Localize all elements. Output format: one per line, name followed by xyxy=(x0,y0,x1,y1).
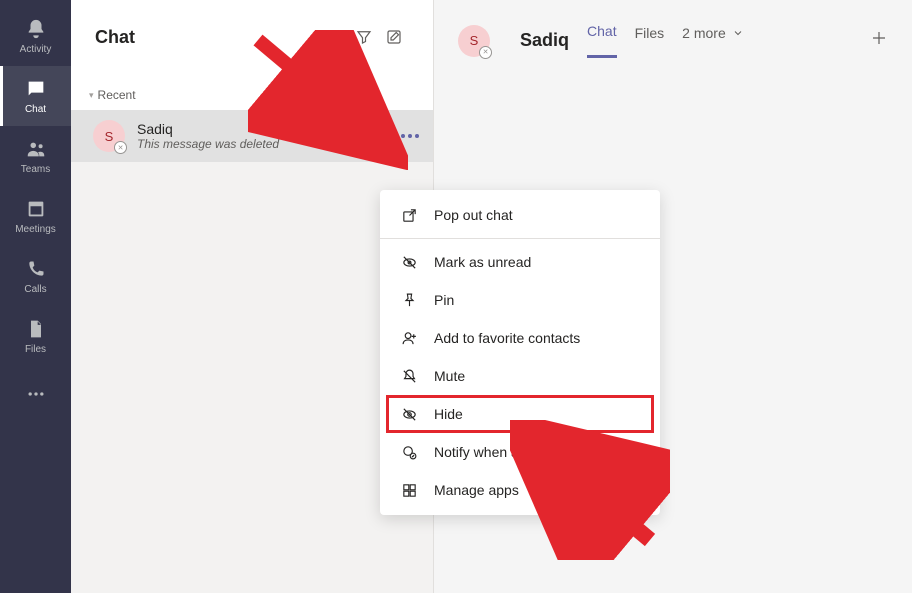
menu-popout-chat[interactable]: Pop out chat xyxy=(380,196,660,234)
presence-offline-icon: ✕ xyxy=(479,46,492,59)
menu-notify-available[interactable]: Notify when available xyxy=(380,433,660,471)
chat-list-title: Chat xyxy=(95,27,349,48)
ellipsis-icon xyxy=(401,134,419,138)
pin-icon xyxy=(400,291,418,309)
menu-label: Notify when available xyxy=(434,444,566,460)
compose-icon xyxy=(385,28,403,46)
rail-chat[interactable]: Chat xyxy=(0,66,71,126)
filter-icon xyxy=(355,28,373,46)
filter-button[interactable] xyxy=(349,22,379,52)
rail-label: Calls xyxy=(24,284,46,295)
menu-label: Manage apps xyxy=(434,482,519,498)
bell-icon xyxy=(24,17,48,41)
hide-icon xyxy=(400,405,418,423)
chevron-down-icon: ▾ xyxy=(89,90,94,101)
menu-label: Mute xyxy=(434,368,465,384)
rail-files[interactable]: Files xyxy=(0,306,71,366)
section-label: Recent xyxy=(98,88,136,102)
rail-meetings[interactable]: Meetings xyxy=(0,186,71,246)
popout-icon xyxy=(400,206,418,224)
plus-icon xyxy=(870,29,888,47)
menu-label: Add to favorite contacts xyxy=(434,330,580,346)
add-tab-button[interactable] xyxy=(870,29,888,53)
presence-offline-icon: ✕ xyxy=(114,141,127,154)
menu-label: Hide xyxy=(434,406,463,422)
ellipsis-icon xyxy=(24,382,48,406)
menu-mark-unread[interactable]: Mark as unread xyxy=(380,243,660,281)
menu-label: Pin xyxy=(434,292,454,308)
rail-label: Teams xyxy=(21,164,50,175)
rail-activity[interactable]: Activity xyxy=(0,6,71,66)
avatar: S ✕ xyxy=(93,120,125,152)
menu-pin[interactable]: Pin xyxy=(380,281,660,319)
chat-row[interactable]: S ✕ Sadiq This message was deleted xyxy=(71,110,433,162)
chat-more-button[interactable] xyxy=(401,134,419,138)
rail-teams[interactable]: Teams xyxy=(0,126,71,186)
chat-preview: This message was deleted xyxy=(137,137,372,151)
rail-label: Activity xyxy=(20,44,52,55)
chat-icon xyxy=(24,77,48,101)
main-header: S ✕ Sadiq Chat Files 2 more xyxy=(434,0,912,65)
menu-hide[interactable]: Hide xyxy=(386,395,654,433)
rail-calls[interactable]: Calls xyxy=(0,246,71,306)
calendar-icon xyxy=(24,197,48,221)
app-rail: Activity Chat Teams Meetings Calls xyxy=(0,0,71,593)
chat-list-header: Chat xyxy=(71,0,433,70)
notify-icon xyxy=(400,443,418,461)
menu-add-favorite[interactable]: Add to favorite contacts xyxy=(380,319,660,357)
menu-label: Pop out chat xyxy=(434,207,513,223)
chat-meta: Sadiq This message was deleted xyxy=(137,121,372,151)
favorite-icon xyxy=(400,329,418,347)
tab-files[interactable]: Files xyxy=(635,25,665,57)
rail-label: Chat xyxy=(25,104,46,115)
rail-label: Meetings xyxy=(15,224,56,235)
recent-section[interactable]: ▾ Recent xyxy=(71,70,433,110)
teams-icon xyxy=(24,137,48,161)
menu-mute[interactable]: Mute xyxy=(380,357,660,395)
chevron-down-icon xyxy=(732,27,744,39)
new-chat-button[interactable] xyxy=(379,22,409,52)
chat-context-menu: Pop out chat Mark as unread Pin Add to f… xyxy=(380,190,660,515)
conversation-title: Sadiq xyxy=(520,30,569,51)
unread-icon xyxy=(400,253,418,271)
menu-divider xyxy=(380,238,660,239)
chat-name: Sadiq xyxy=(137,121,372,137)
menu-label: Mark as unread xyxy=(434,254,531,270)
rail-label: Files xyxy=(25,344,46,355)
rail-more[interactable] xyxy=(0,366,71,422)
menu-manage-apps[interactable]: Manage apps xyxy=(380,471,660,509)
tab-more[interactable]: 2 more xyxy=(682,25,744,57)
tab-chat[interactable]: Chat xyxy=(587,23,617,58)
popout-icon xyxy=(372,128,389,145)
phone-icon xyxy=(24,257,48,281)
file-icon xyxy=(24,317,48,341)
avatar[interactable]: S ✕ xyxy=(458,25,490,57)
mute-icon xyxy=(400,367,418,385)
apps-icon xyxy=(400,481,418,499)
popout-chat-button[interactable] xyxy=(372,128,389,145)
